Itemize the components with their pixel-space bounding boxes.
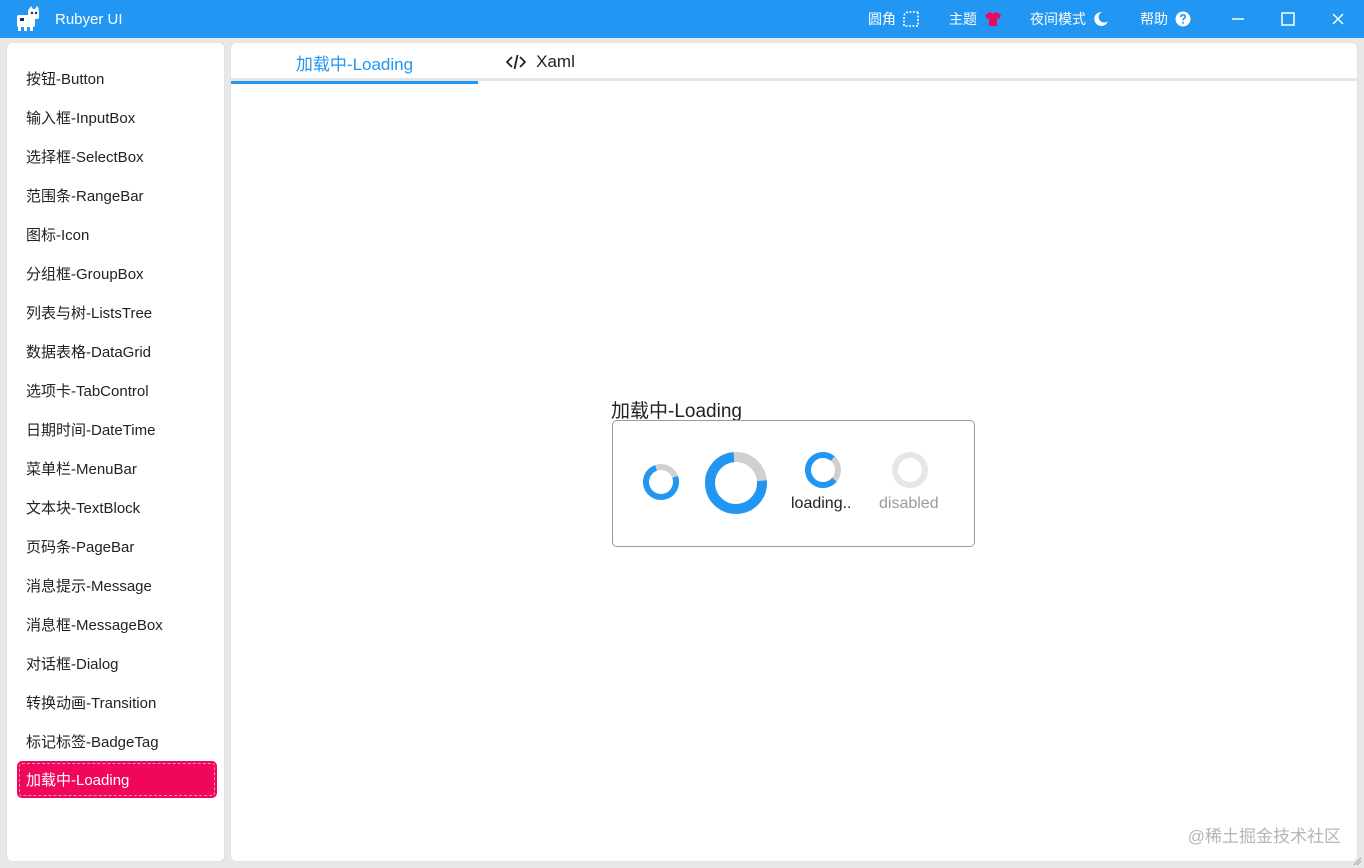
moon-icon (1094, 11, 1108, 26)
loading-group-box: loading.. disabled (612, 420, 975, 547)
tab-xaml[interactable]: Xaml (478, 43, 603, 81)
sidebar-item-menubar[interactable]: 菜单栏-MenuBar (17, 450, 217, 487)
sidebar-item-dialog[interactable]: 对话框-Dialog (17, 645, 217, 682)
tab-xaml-label: Xaml (536, 52, 575, 71)
spinner-disabled-label: disabled (879, 495, 939, 512)
night-mode-button[interactable]: 夜间模式 (1030, 9, 1109, 29)
watermark: @稀土掘金技术社区 (1187, 827, 1341, 846)
sidebar-item-pagebar[interactable]: 页码条-PageBar (17, 528, 217, 565)
corner-radius-button[interactable]: 圆角 (868, 9, 919, 29)
resize-grip-icon[interactable] (1352, 856, 1362, 866)
rounded-corner-icon (903, 11, 919, 27)
close-icon (1332, 13, 1344, 25)
sidebar-item-icon[interactable]: 图标-Icon (17, 216, 217, 253)
close-button[interactable] (1322, 6, 1354, 32)
sidebar-item-inputbox[interactable]: 输入框-InputBox (17, 99, 217, 136)
large-loading-spinner (705, 452, 767, 514)
sidebar-item-message[interactable]: 消息提示-Message (17, 567, 217, 604)
theme-label: 主题 (949, 11, 977, 27)
help-icon (1175, 11, 1191, 27)
sidebar-item-button[interactable]: 按钮-Button (17, 60, 217, 97)
tab-bar: 加载中-Loading Xaml (231, 43, 1357, 84)
sidebar-item-tabcontrol[interactable]: 选项卡-TabControl (17, 372, 217, 409)
client-area: 按钮-Button 输入框-InputBox 选择框-SelectBox 范围条… (0, 38, 1364, 868)
help-button[interactable]: 帮助 (1140, 9, 1191, 29)
minimize-button[interactable] (1222, 6, 1254, 32)
sidebar-item-transition[interactable]: 转换动画-Transition (17, 684, 217, 721)
app-title: Rubyer UI (55, 11, 123, 28)
maximize-button[interactable] (1272, 6, 1304, 32)
minimize-icon (1232, 18, 1244, 20)
spinner-loading-label: loading.. (791, 495, 852, 512)
sidebar-nav: 按钮-Button 输入框-InputBox 选择框-SelectBox 范围条… (6, 42, 225, 862)
group-box-title: 加载中-Loading (611, 401, 742, 422)
sidebar-item-textblock[interactable]: 文本块-TextBlock (17, 489, 217, 526)
theme-button[interactable]: 主题 (949, 9, 1002, 29)
sidebar-item-loading[interactable]: 加载中-Loading (17, 761, 217, 798)
content-panel: 加载中-Loading Xaml 加载中-Loading loading.. d… (230, 42, 1358, 862)
disabled-loading-spinner (892, 452, 928, 488)
code-icon (506, 54, 527, 70)
sidebar-item-datagrid[interactable]: 数据表格-DataGrid (17, 333, 217, 370)
sidebar-item-rangebar[interactable]: 范围条-RangeBar (17, 177, 217, 214)
sidebar-item-messagebox[interactable]: 消息框-MessageBox (17, 606, 217, 643)
sidebar-item-datetime[interactable]: 日期时间-DateTime (17, 411, 217, 448)
sidebar-item-liststree[interactable]: 列表与树-ListsTree (17, 294, 217, 331)
sidebar-item-selectbox[interactable]: 选择框-SelectBox (17, 138, 217, 175)
small-loading-spinner (643, 464, 679, 500)
help-label: 帮助 (1140, 11, 1168, 27)
tshirt-icon (985, 12, 1001, 26)
sidebar-item-badgetag[interactable]: 标记标签-BadgeTag (17, 723, 217, 760)
tab-loading-label: 加载中-Loading (295, 54, 414, 74)
sidebar-item-groupbox[interactable]: 分组框-GroupBox (17, 255, 217, 292)
night-mode-label: 夜间模式 (1030, 11, 1086, 27)
title-bar: Rubyer UI 圆角 主题 夜间模式 帮助 (0, 0, 1364, 38)
labeled-loading-spinner (805, 452, 841, 488)
tab-loading[interactable]: 加载中-Loading (231, 43, 478, 84)
maximize-icon (1281, 12, 1295, 26)
app-logo-icon (17, 6, 39, 31)
corner-radius-label: 圆角 (868, 11, 896, 27)
